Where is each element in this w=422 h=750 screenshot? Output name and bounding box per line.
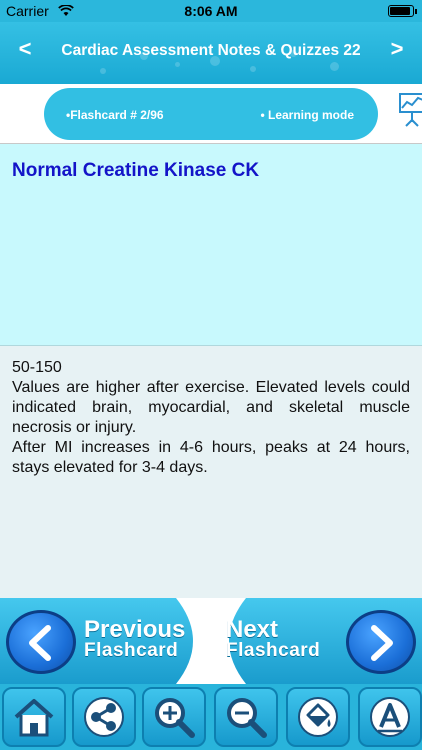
color-button[interactable] (286, 687, 350, 747)
font-button[interactable] (358, 687, 422, 747)
previous-sublabel: Flashcard (84, 640, 179, 661)
info-bar: •Flashcard # 2/96 • Learning mode (0, 84, 422, 144)
header-bar: < Cardiac Assessment Notes & Quizzes 22 … (0, 22, 422, 84)
status-time: 8:06 AM (184, 3, 238, 19)
right-arrow-icon (346, 610, 416, 674)
share-icon (84, 697, 124, 737)
answer-panel: 50-150 Values are higher after exercise.… (0, 346, 422, 598)
battery-icon (388, 5, 417, 17)
next-chevron-icon[interactable]: > (382, 36, 412, 62)
zoom-out-button[interactable] (214, 687, 278, 747)
answer-line: 50-150 (12, 359, 62, 376)
info-pill: •Flashcard # 2/96 • Learning mode (44, 88, 378, 140)
status-bar: Carrier 8:06 AM (0, 0, 422, 22)
paint-bucket-icon (298, 697, 338, 737)
home-button[interactable] (2, 687, 66, 747)
left-arrow-icon (6, 610, 76, 674)
answer-text: 50-150 Values are higher after exercise.… (0, 346, 422, 478)
flashcard-nav: Previous Flashcard Next Flashcard (0, 598, 422, 684)
bottom-toolbar (0, 684, 422, 750)
mode-label: • Learning mode (260, 108, 354, 122)
next-sublabel: Flashcard (226, 640, 321, 661)
next-flashcard-button[interactable]: Next Flashcard (214, 598, 422, 684)
answer-line: After MI increases in 4-6 hours, peaks a… (12, 439, 410, 476)
question-panel: Normal Creatine Kinase CK (0, 144, 422, 346)
zoom-in-icon (155, 698, 195, 738)
previous-flashcard-button[interactable]: Previous Flashcard (0, 598, 208, 684)
chart-icon (398, 90, 422, 132)
previous-chevron-icon[interactable]: < (10, 36, 40, 62)
page-title: Cardiac Assessment Notes & Quizzes 22 (61, 42, 361, 59)
zoom-out-icon (227, 698, 267, 738)
home-icon (14, 699, 54, 737)
answer-line: Values are higher after exercise. Elevat… (12, 379, 410, 436)
zoom-in-button[interactable] (142, 687, 206, 747)
flashcard-counter: •Flashcard # 2/96 (66, 108, 164, 122)
font-icon (370, 697, 410, 737)
share-button[interactable] (72, 687, 136, 747)
question-text: Normal Creatine Kinase CK (12, 160, 260, 181)
